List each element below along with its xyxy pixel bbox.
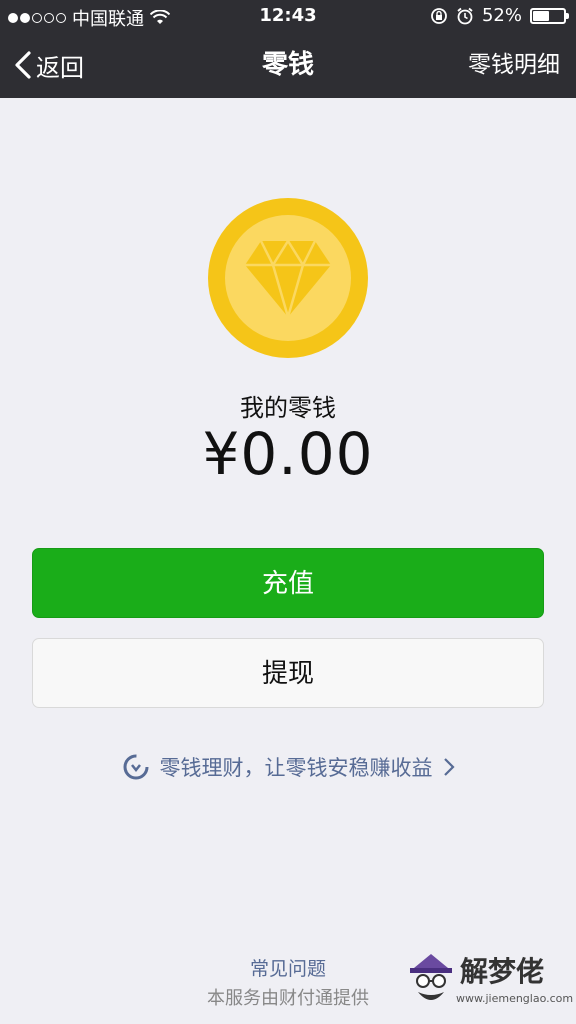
wallet-coin-icon: [208, 198, 368, 358]
chevron-right-icon: [443, 758, 455, 776]
battery-fill: [533, 10, 549, 21]
balance-label: 我的零钱: [240, 394, 336, 422]
detective-logo-icon: [410, 954, 452, 1000]
alarm-icon: [457, 7, 473, 24]
watermark-logo: 解梦佬 www.jiemenglao.com: [408, 948, 573, 1018]
status-right: 52%: [430, 5, 569, 26]
recharge-button[interactable]: 充值: [32, 548, 544, 618]
balance-details-link[interactable]: 零钱明细: [468, 32, 560, 98]
battery-percent: 52%: [481, 5, 522, 26]
status-bar: 中国联通 12:43 52%: [0, 0, 576, 32]
wealth-promo-link[interactable]: 零钱理财，让零钱安稳赚收益: [0, 750, 576, 784]
back-button[interactable]: 返回: [14, 32, 84, 98]
balance-amount: ¥0.00: [202, 420, 374, 488]
chevron-left-icon: [15, 51, 31, 79]
rotation-lock-icon: [431, 7, 447, 24]
battery-icon: [530, 7, 569, 24]
coin-inner: [225, 215, 351, 341]
diamond-icon: [245, 238, 331, 319]
watermark-brand: 解梦佬: [460, 955, 545, 988]
wealth-icon: [123, 754, 148, 780]
wealth-promo-text: 零钱理财，让零钱安稳赚收益: [159, 756, 433, 780]
withdraw-button[interactable]: 提现: [32, 638, 544, 708]
watermark-url: www.jiemenglao.com: [456, 992, 574, 1005]
nav-bar: 零钱 返回 零钱明细: [0, 32, 576, 98]
back-label: 返回: [36, 53, 84, 82]
